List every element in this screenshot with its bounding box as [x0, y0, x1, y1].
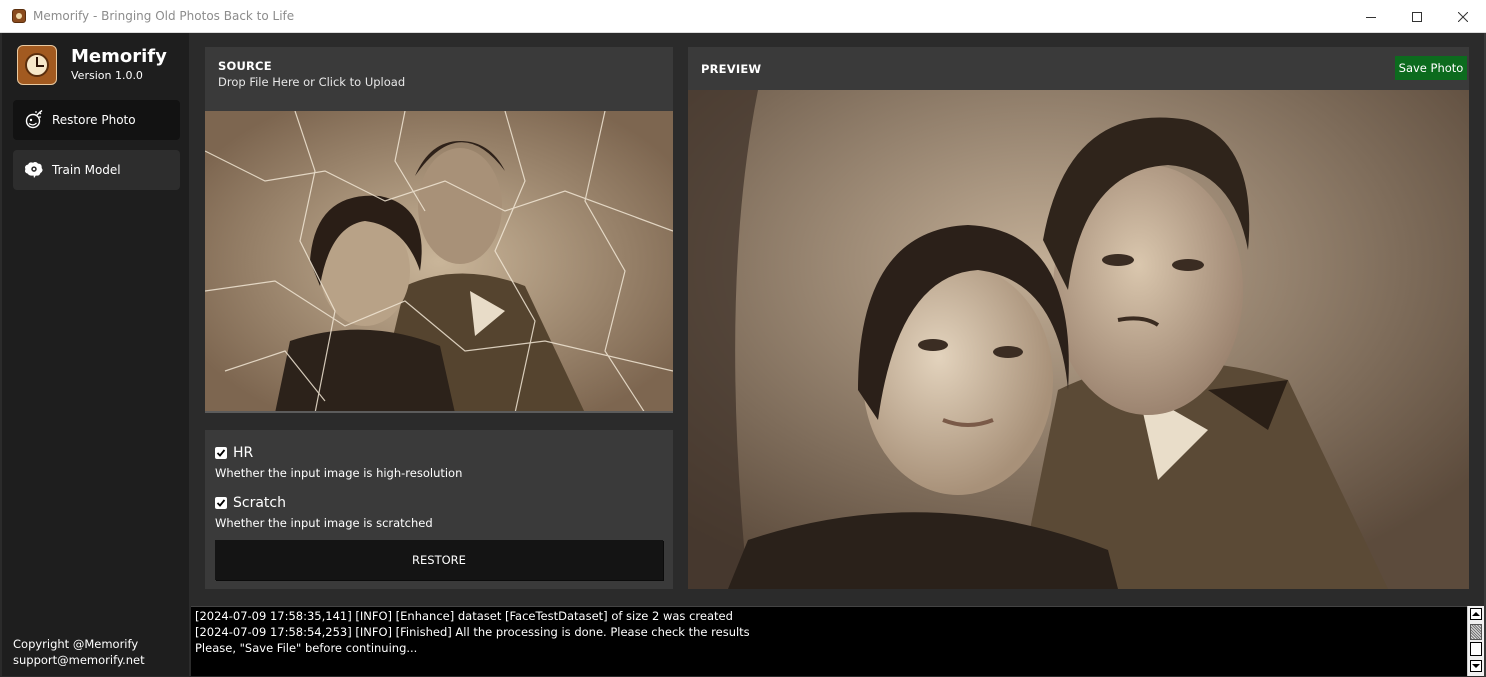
source-photo[interactable]	[205, 111, 673, 413]
close-icon	[1458, 11, 1468, 22]
minimize-icon	[1366, 16, 1376, 18]
scroll-thumb[interactable]	[1470, 624, 1482, 640]
log-line: Please, "Save File" before continuing...	[195, 641, 418, 655]
close-button[interactable]	[1440, 0, 1486, 33]
scratch-description: Whether the input image is scratched	[215, 516, 433, 530]
scroll-up-button[interactable]	[1470, 608, 1482, 620]
restore-button[interactable]: RESTORE	[215, 540, 663, 580]
source-upload-area[interactable]: SOURCE Drop File Here or Click to Upload	[205, 47, 673, 111]
app-icon	[12, 9, 26, 23]
scratch-checkbox[interactable]	[215, 497, 227, 509]
window-controls	[1348, 0, 1486, 33]
clock-logo-icon	[17, 45, 57, 85]
hr-option[interactable]: HR	[215, 445, 253, 461]
log-line: [2024-07-09 17:58:35,141] [INFO] [Enhanc…	[195, 609, 733, 623]
hr-checkbox[interactable]	[215, 447, 227, 459]
brand: Memorify Version 1.0.0	[17, 45, 167, 85]
log-scrollbar[interactable]	[1467, 606, 1484, 676]
brain-gear-icon	[24, 160, 44, 180]
support-email: support@memorify.net	[13, 653, 145, 667]
restore-photo-icon	[24, 110, 44, 130]
arrow-down-icon	[1472, 664, 1480, 668]
maximize-icon	[1412, 11, 1422, 22]
copyright-text: Copyright @Memorify	[13, 637, 139, 651]
version-label: Version 1.0.0	[71, 69, 143, 82]
preview-photo	[688, 90, 1469, 589]
scratch-label: Scratch	[233, 495, 286, 511]
scroll-down-button[interactable]	[1470, 660, 1482, 672]
checkmark-icon	[216, 499, 226, 507]
title-bar: Memorify - Bringing Old Photos Back to L…	[0, 0, 1486, 33]
sidebar: Memorify Version 1.0.0 Restore Photo Tra…	[2, 33, 189, 676]
nav-restore-photo-label: Restore Photo	[52, 113, 136, 127]
hr-description: Whether the input image is high-resoluti…	[215, 466, 463, 480]
source-upload-hint: Drop File Here or Click to Upload	[218, 75, 406, 89]
source-photo-illustration	[205, 111, 673, 411]
arrow-up-icon	[1472, 612, 1480, 616]
nav-train-model-label: Train Model	[52, 163, 121, 177]
scratch-option[interactable]: Scratch	[215, 495, 286, 511]
hr-label: HR	[233, 445, 254, 461]
source-title: SOURCE	[218, 59, 272, 73]
maximize-button[interactable]	[1394, 0, 1440, 33]
sidebar-footer: Copyright @Memorify support@memorify.net	[13, 636, 145, 668]
preview-header: PREVIEW Save Photo	[688, 47, 1469, 90]
save-photo-button[interactable]: Save Photo	[1395, 56, 1467, 80]
log-console[interactable]: [2024-07-09 17:58:35,141] [INFO] [Enhanc…	[191, 606, 1467, 676]
nav-restore-photo[interactable]: Restore Photo	[13, 100, 180, 140]
log-line: [2024-07-09 17:58:54,253] [INFO] [Finish…	[195, 625, 750, 639]
scroll-track[interactable]	[1470, 642, 1482, 656]
options-panel: HR Whether the input image is high-resol…	[205, 430, 673, 589]
minimize-button[interactable]	[1348, 0, 1394, 33]
window-title: Memorify - Bringing Old Photos Back to L…	[33, 9, 295, 23]
checkmark-icon	[216, 449, 226, 457]
nav-train-model[interactable]: Train Model	[13, 150, 180, 190]
brand-name: Memorify	[71, 46, 167, 67]
preview-title: PREVIEW	[701, 62, 762, 76]
preview-photo-illustration	[688, 90, 1469, 589]
